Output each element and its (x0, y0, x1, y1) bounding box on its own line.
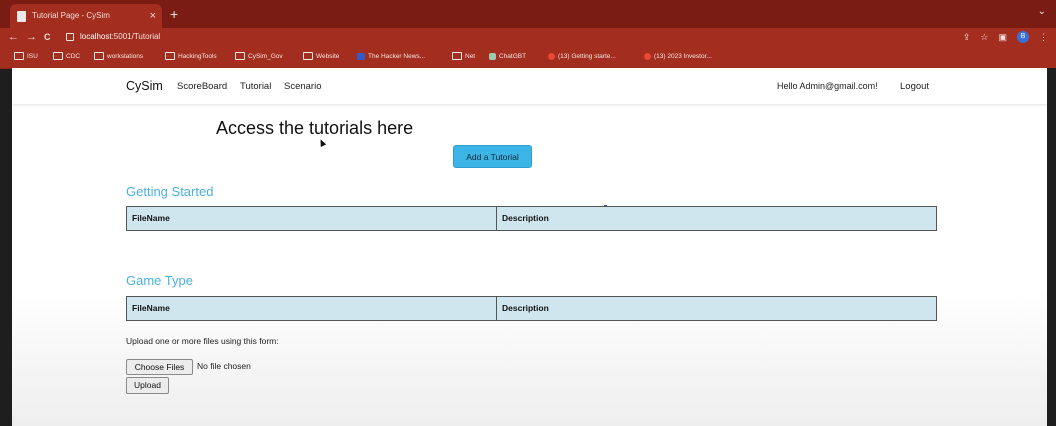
address-bar[interactable]: localhost:5001/Tutorial (66, 29, 936, 45)
bookmark-item[interactable]: CDC (53, 46, 80, 68)
bookmark-item[interactable]: workstations (94, 46, 143, 68)
folder-icon (14, 52, 24, 61)
menu-kebab-icon[interactable]: ⋮ (1039, 32, 1048, 43)
app-navbar: CySim ScoreBoard Tutorial Scenario Hello… (12, 68, 1047, 104)
bookmarks-bar: ISU CDC workstations HackingTools CySim_… (0, 46, 1056, 69)
lock-icon (66, 32, 74, 41)
nav-link-scenario[interactable]: Scenario (284, 81, 322, 92)
mouse-cursor-icon (317, 138, 327, 147)
game-type-table: FileName Description (126, 296, 937, 321)
bookmark-item[interactable]: The Hacker News... (357, 46, 425, 68)
profile-avatar[interactable]: B (1017, 31, 1029, 43)
column-header-description: Description (502, 213, 549, 223)
tab-title: Tutorial Page - CySim (32, 11, 110, 20)
choose-files-button[interactable]: Choose Files (126, 359, 193, 375)
upload-instructions: Upload one or more files using this form… (126, 336, 279, 346)
upload-button[interactable]: Upload (126, 377, 169, 394)
bookmark-item[interactable]: ChatGBT (489, 46, 526, 68)
column-header-filename: FileName (127, 207, 497, 230)
screen-frame: Tutorial Page - CySim × + ⌄ ← → C localh… (0, 0, 1056, 426)
folder-icon (165, 52, 175, 61)
column-header-filename: FileName (127, 297, 497, 320)
folder-icon (235, 52, 245, 61)
browser-tab[interactable]: Tutorial Page - CySim × (10, 4, 162, 28)
getting-started-table: FileName Description (126, 206, 937, 231)
nav-link-scoreboard[interactable]: ScoreBoard (177, 81, 227, 92)
youtube-icon (548, 52, 555, 60)
folder-icon (53, 52, 63, 61)
bookmark-item[interactable]: Net (452, 46, 475, 68)
bookmark-item[interactable]: Website (303, 46, 339, 68)
window-edge (1047, 68, 1056, 426)
nav-link-tutorial[interactable]: Tutorial (240, 81, 271, 92)
tab-close-icon[interactable]: × (150, 4, 156, 28)
share-icon[interactable]: ⇪ (963, 32, 971, 43)
add-tutorial-button[interactable]: Add a Tutorial (453, 145, 532, 168)
file-status: No file chosen (197, 361, 251, 371)
tab-search-icon[interactable]: ⌄ (1038, 6, 1046, 17)
forward-icon[interactable]: → (26, 29, 37, 45)
bookmark-item[interactable]: (13) 2023 Investor... (644, 46, 712, 68)
page-title: Access the tutorials here (216, 118, 414, 138)
bookmark-item[interactable]: ISU (14, 46, 38, 68)
bookmark-item[interactable]: (13) Getting starte... (548, 46, 616, 68)
web-page: CySim ScoreBoard Tutorial Scenario Hello… (12, 68, 1047, 426)
folder-icon (94, 52, 104, 61)
folder-icon (303, 52, 313, 61)
bookmark-item[interactable]: CySim_Gov (235, 46, 283, 68)
bookmark-item[interactable]: HackingTools (165, 46, 217, 68)
folder-icon (452, 52, 462, 61)
browser-toolbar: ← → C localhost:5001/Tutorial ⇪ ☆ ▣ B ⋮ (0, 28, 1056, 46)
bookmark-star-icon[interactable]: ☆ (980, 32, 988, 43)
browser-tabstrip: Tutorial Page - CySim × + ⌄ (0, 0, 1056, 28)
hacker-news-icon (357, 52, 365, 60)
logout-link[interactable]: Logout (900, 81, 929, 92)
new-tab-icon[interactable]: + (170, 4, 178, 24)
section-title-getting-started: Getting Started (126, 184, 214, 199)
page-favicon-icon (17, 11, 26, 22)
url-host: localhost (80, 32, 112, 41)
youtube-icon (644, 52, 651, 60)
brand-link[interactable]: CySim (126, 79, 163, 93)
reload-icon[interactable]: C (44, 29, 51, 45)
back-icon[interactable]: ← (8, 29, 19, 45)
user-greeting: Hello Admin@gmail.com! (777, 81, 878, 91)
column-header-description: Description (502, 303, 549, 313)
side-panel-icon[interactable]: ▣ (998, 32, 1007, 43)
toolbar-icons: ⇪ ☆ ▣ B ⋮ (963, 30, 1048, 44)
chatgpt-icon (489, 52, 496, 60)
section-title-game-type: Game Type (126, 273, 193, 288)
url-path: :5001/Tutorial (111, 32, 161, 41)
